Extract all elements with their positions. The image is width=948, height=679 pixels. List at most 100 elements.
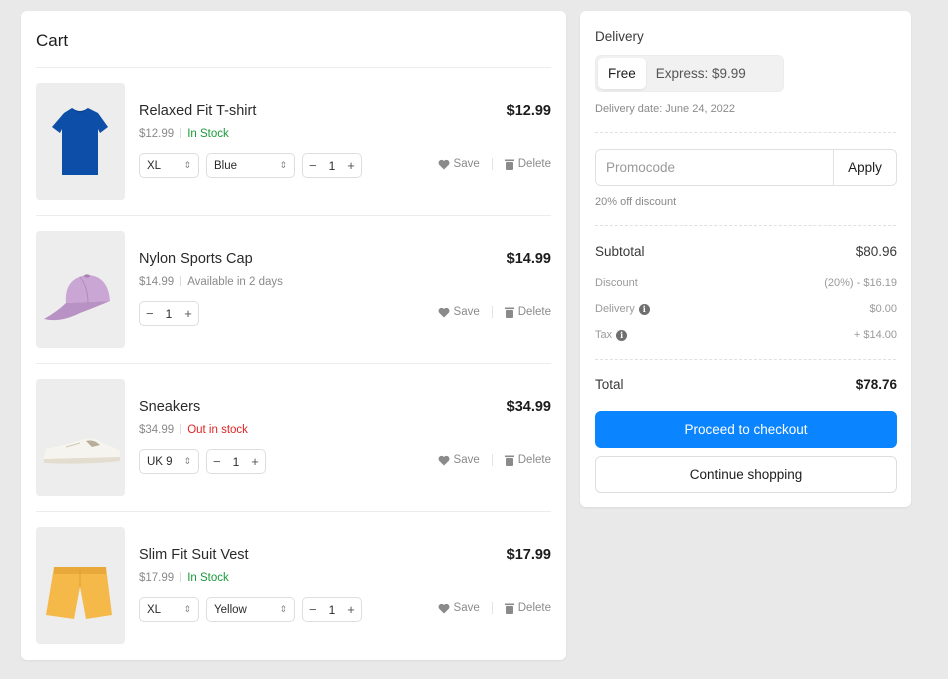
size-select[interactable]: XL ⇕	[139, 597, 199, 622]
cart-panel: Cart Relaxed Fit T-shirt $12.99 In Stock …	[21, 11, 566, 660]
item-actions: Save Delete	[438, 158, 551, 170]
delete-label: Delete	[517, 454, 551, 466]
product-name[interactable]: Relaxed Fit T-shirt	[139, 103, 256, 119]
product-image-cap[interactable]	[36, 231, 125, 348]
minus-button[interactable]: −	[303, 158, 323, 173]
delete-button[interactable]: Delete	[504, 602, 551, 614]
discount-value: (20%) - $16.19	[824, 277, 897, 289]
save-label: Save	[453, 602, 480, 614]
info-icon[interactable]: i	[638, 303, 650, 315]
delivery-row-label-group: Delivery i	[595, 303, 650, 315]
divider	[180, 276, 182, 286]
save-button[interactable]: Save	[438, 602, 480, 614]
divider	[595, 225, 896, 226]
product-meta: $34.99 Out in stock	[139, 424, 248, 436]
cart-item: Sneakers $34.99 Out in stock $34.99 UK 9 …	[36, 364, 551, 512]
delivery-option-express[interactable]: Express: $9.99	[646, 58, 756, 89]
size-value: UK 9	[147, 455, 173, 468]
updown-chevron-icon: ⇕	[279, 604, 287, 614]
color-select[interactable]: Yellow ⇕	[206, 597, 295, 622]
info-icon[interactable]: i	[616, 329, 628, 341]
delete-button[interactable]: Delete	[504, 306, 551, 318]
tshirt-icon	[36, 83, 125, 200]
divider	[595, 132, 896, 133]
divider	[180, 128, 182, 138]
product-image-sneakers[interactable]	[36, 379, 125, 496]
product-image-tshirt[interactable]	[36, 83, 125, 200]
size-select[interactable]: XL ⇕	[139, 153, 199, 178]
product-image-shorts[interactable]	[36, 527, 125, 644]
heart-icon	[438, 159, 449, 169]
stock-status: In Stock	[187, 572, 229, 584]
unit-price: $12.99	[139, 128, 175, 140]
product-name[interactable]: Slim Fit Suit Vest	[139, 547, 249, 563]
plus-button[interactable]: +	[245, 454, 265, 469]
tax-row: Tax i + $14.00	[595, 329, 897, 341]
delete-button[interactable]: Delete	[504, 454, 551, 466]
divider	[491, 602, 493, 614]
delete-button[interactable]: Delete	[504, 158, 551, 170]
delivery-toggle: Free Express: $9.99	[595, 55, 784, 92]
save-button[interactable]: Save	[438, 306, 480, 318]
save-button[interactable]: Save	[438, 158, 480, 170]
proceed-to-checkout-button[interactable]: Proceed to checkout	[595, 411, 897, 448]
item-actions: Save Delete	[438, 454, 551, 466]
subtotal-label: Subtotal	[595, 244, 645, 259]
order-summary-panel: Delivery Free Express: $9.99 Delivery da…	[580, 11, 911, 507]
plus-button[interactable]: +	[341, 602, 361, 617]
shorts-icon	[36, 527, 125, 644]
quantity-stepper: − 1 +	[206, 449, 266, 474]
product-meta: $14.99 Available in 2 days	[139, 276, 283, 288]
promocode-input[interactable]	[596, 150, 833, 185]
item-actions: Save Delete	[438, 306, 551, 318]
delete-label: Delete	[517, 306, 551, 318]
tax-value: + $14.00	[853, 329, 897, 341]
size-select[interactable]: UK 9 ⇕	[139, 449, 199, 474]
heart-icon	[438, 455, 449, 465]
quantity-value[interactable]: 1	[323, 159, 342, 173]
product-name[interactable]: Nylon Sports Cap	[139, 251, 253, 267]
unit-price: $14.99	[139, 276, 175, 288]
color-value: Yellow	[214, 603, 247, 616]
trash-icon	[504, 455, 514, 466]
plus-button[interactable]: +	[178, 306, 198, 321]
plus-button[interactable]: +	[341, 158, 361, 173]
delivery-row-value: $0.00	[869, 303, 897, 315]
quantity-value[interactable]: 1	[323, 603, 342, 617]
quantity-value[interactable]: 1	[227, 455, 246, 469]
color-select[interactable]: Blue ⇕	[206, 153, 295, 178]
divider	[180, 424, 182, 434]
delete-label: Delete	[517, 158, 551, 170]
item-controls: UK 9 ⇕ − 1 +	[139, 449, 266, 474]
minus-button[interactable]: −	[207, 454, 227, 469]
item-controls: − 1 +	[139, 301, 199, 326]
minus-button[interactable]: −	[303, 602, 323, 617]
minus-button[interactable]: −	[140, 306, 160, 321]
apply-button[interactable]: Apply	[833, 150, 896, 185]
item-controls: XL ⇕ Blue ⇕ − 1 +	[139, 153, 362, 178]
product-name[interactable]: Sneakers	[139, 399, 200, 415]
divider	[491, 306, 493, 318]
continue-shopping-button[interactable]: Continue shopping	[595, 456, 897, 493]
sneaker-icon	[36, 379, 125, 496]
item-price: $17.99	[506, 547, 551, 563]
trash-icon	[504, 307, 514, 318]
color-value: Blue	[214, 159, 238, 172]
trash-icon	[504, 603, 514, 614]
promocode-group: Apply	[595, 149, 897, 186]
item-price: $34.99	[506, 399, 551, 415]
delivery-row-label: Delivery	[595, 303, 635, 315]
save-label: Save	[453, 454, 480, 466]
divider	[491, 454, 493, 466]
quantity-value[interactable]: 1	[160, 307, 179, 321]
updown-chevron-icon: ⇕	[279, 160, 287, 170]
updown-chevron-icon: ⇕	[183, 604, 191, 614]
stock-status: Available in 2 days	[187, 276, 283, 288]
trash-icon	[504, 159, 514, 170]
delivery-option-free[interactable]: Free	[598, 58, 646, 89]
item-controls: XL ⇕ Yellow ⇕ − 1 +	[139, 597, 362, 622]
discount-label: Discount	[595, 277, 638, 289]
stock-status: Out in stock	[187, 424, 248, 436]
product-meta: $17.99 In Stock	[139, 572, 229, 584]
save-button[interactable]: Save	[438, 454, 480, 466]
